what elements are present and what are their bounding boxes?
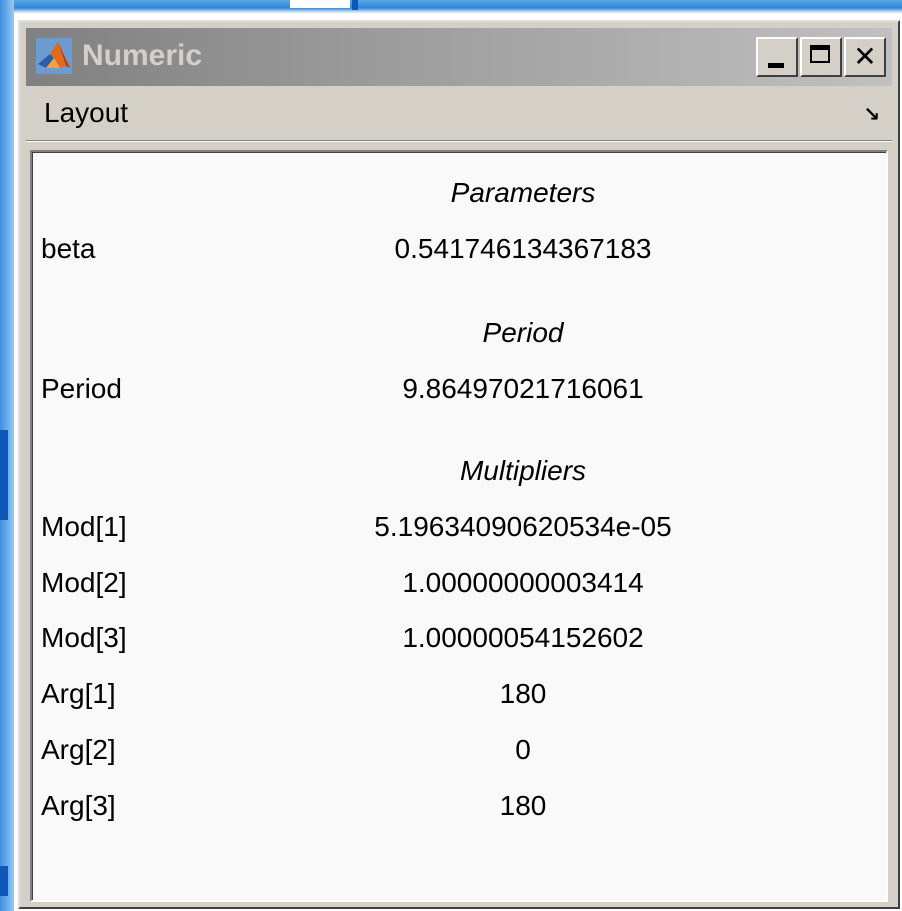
row-label: Arg[1] xyxy=(41,678,116,709)
row-value: 1.00000000003414 xyxy=(402,567,644,598)
data-row-beta: beta 0.541746134367183 xyxy=(33,229,886,269)
data-row-arg2: Arg[2] 0 xyxy=(33,730,886,770)
title-bar[interactable]: Numeric ✕ xyxy=(26,28,892,86)
menu-layout[interactable]: Layout xyxy=(44,96,128,130)
row-value: 5.19634090620534e-05 xyxy=(374,511,672,542)
close-icon: ✕ xyxy=(853,40,877,73)
matlab-logo-icon xyxy=(36,38,72,74)
data-row-mod2: Mod[2] 1.00000000003414 xyxy=(33,563,886,603)
minimize-button[interactable] xyxy=(756,37,798,77)
data-row-mod3: Mod[3] 1.00000054152602 xyxy=(33,618,886,658)
row-label: Arg[3] xyxy=(41,790,116,821)
section-heading-period: Period xyxy=(482,317,564,348)
data-row-period: Period 9.86497021716061 xyxy=(33,369,886,409)
row-value: 0.541746134367183 xyxy=(394,233,652,264)
desktop-top-accent xyxy=(352,0,358,10)
desktop-left-accent-lower xyxy=(0,866,8,896)
data-row-arg1: Arg[1] 180 xyxy=(33,674,886,714)
row-label: Mod[1] xyxy=(41,511,127,542)
row-value: 180 xyxy=(499,678,547,709)
minimize-icon xyxy=(768,63,784,68)
window-controls: ✕ xyxy=(756,37,886,77)
row-value: 9.86497021716061 xyxy=(402,373,644,404)
row-label: Arg[2] xyxy=(41,734,116,765)
desktop-top-highlight xyxy=(290,0,350,8)
menu-separator xyxy=(26,140,892,142)
row-label: Period xyxy=(41,373,122,404)
numeric-panel: Parameters beta 0.541746134367183 Period… xyxy=(30,150,888,902)
row-label: Mod[3] xyxy=(41,622,127,653)
data-row-mod1: Mod[1] 5.19634090620534e-05 xyxy=(33,507,886,547)
data-row-arg3: Arg[3] 180 xyxy=(33,786,886,826)
window-title: Numeric xyxy=(82,39,203,72)
close-button[interactable]: ✕ xyxy=(844,37,886,77)
maximize-button[interactable] xyxy=(800,37,842,77)
row-value: 1.00000054152602 xyxy=(402,622,644,653)
row-value: 180 xyxy=(499,790,547,821)
row-label: beta xyxy=(41,233,96,264)
row-label: Mod[2] xyxy=(41,567,127,598)
menu-bar: Layout ↘ xyxy=(26,88,892,138)
numeric-panel-inner: Parameters beta 0.541746134367183 Period… xyxy=(32,152,886,900)
section-heading-multipliers: Multipliers xyxy=(459,455,587,486)
numeric-window: Numeric ✕ Layout ↘ Parameters beta 0.541… xyxy=(18,20,900,909)
maximize-icon xyxy=(810,45,830,63)
undock-arrow-icon[interactable]: ↘ xyxy=(863,104,880,124)
desktop-left-strip xyxy=(0,0,14,911)
section-heading-parameters: Parameters xyxy=(450,177,596,208)
row-value: 0 xyxy=(515,734,531,765)
desktop-left-accent xyxy=(0,430,8,520)
